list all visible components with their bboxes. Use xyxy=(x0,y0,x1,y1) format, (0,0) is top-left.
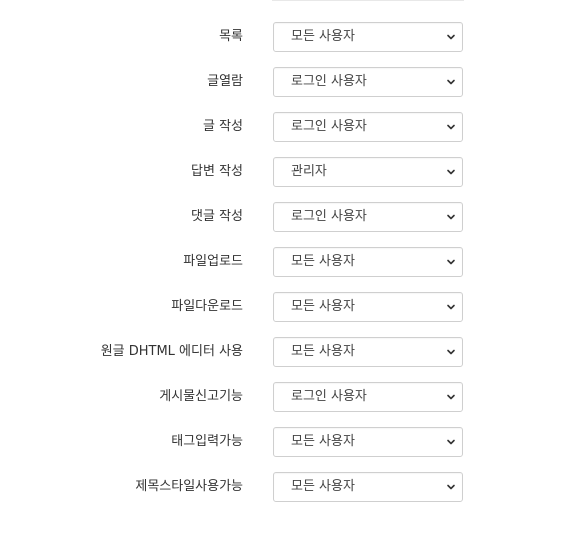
permission-row-tag-input: 태그입력가능 모든 사용자 xyxy=(0,427,587,472)
select-value: 로그인 사용자 xyxy=(291,74,367,89)
chevron-down-icon xyxy=(447,484,455,490)
select-value: 모든 사용자 xyxy=(291,29,355,44)
permission-select-upload[interactable]: 모든 사용자 xyxy=(273,247,463,277)
select-value: 로그인 사용자 xyxy=(291,119,367,134)
permission-select-reply[interactable]: 관리자 xyxy=(273,157,463,187)
select-value: 관리자 xyxy=(291,164,327,179)
permission-select-comment[interactable]: 로그인 사용자 xyxy=(273,202,463,232)
permission-select-tag-input[interactable]: 모든 사용자 xyxy=(273,427,463,457)
select-value: 로그인 사용자 xyxy=(291,389,367,404)
permission-row-comment: 댓글 작성 로그인 사용자 xyxy=(0,202,587,247)
permission-select-report[interactable]: 로그인 사용자 xyxy=(273,382,463,412)
select-value: 모든 사용자 xyxy=(291,479,355,494)
permission-label-comment: 댓글 작성 xyxy=(191,209,243,224)
permission-row-read: 글열람 로그인 사용자 xyxy=(0,67,587,112)
permission-label-download: 파일다운로드 xyxy=(171,299,243,314)
chevron-down-icon xyxy=(447,169,455,175)
chevron-down-icon xyxy=(447,394,455,400)
permission-select-write[interactable]: 로그인 사용자 xyxy=(273,112,463,142)
permission-label-report: 게시물신고기능 xyxy=(159,389,243,404)
select-value: 모든 사용자 xyxy=(291,254,355,269)
permission-row-dhtml-editor: 원글 DHTML 에디터 사용 모든 사용자 xyxy=(0,337,587,382)
permission-row-reply: 답변 작성 관리자 xyxy=(0,157,587,202)
chevron-down-icon xyxy=(447,259,455,265)
chevron-down-icon xyxy=(447,304,455,310)
board-permission-form: 목록 모든 사용자 글열람 로그인 사용자 글 작성 로그인 사용자 답변 작성… xyxy=(0,22,587,517)
permission-row-title-style: 제목스타일사용가능 모든 사용자 xyxy=(0,472,587,517)
permission-row-write: 글 작성 로그인 사용자 xyxy=(0,112,587,157)
chevron-down-icon xyxy=(447,214,455,220)
permission-label-read: 글열람 xyxy=(207,74,243,89)
top-divider xyxy=(272,0,464,1)
select-value: 모든 사용자 xyxy=(291,344,355,359)
select-value: 모든 사용자 xyxy=(291,299,355,314)
permission-row-report: 게시물신고기능 로그인 사용자 xyxy=(0,382,587,427)
permission-select-list[interactable]: 모든 사용자 xyxy=(273,22,463,52)
permission-label-upload: 파일업로드 xyxy=(183,254,243,269)
chevron-down-icon xyxy=(447,349,455,355)
chevron-down-icon xyxy=(447,124,455,130)
select-value: 로그인 사용자 xyxy=(291,209,367,224)
permission-row-upload: 파일업로드 모든 사용자 xyxy=(0,247,587,292)
permission-label-tag-input: 태그입력가능 xyxy=(171,434,243,449)
chevron-down-icon xyxy=(447,34,455,40)
chevron-down-icon xyxy=(447,439,455,445)
permission-label-dhtml-editor: 원글 DHTML 에디터 사용 xyxy=(100,344,243,359)
permission-select-title-style[interactable]: 모든 사용자 xyxy=(273,472,463,502)
chevron-down-icon xyxy=(447,79,455,85)
select-value: 모든 사용자 xyxy=(291,434,355,449)
permission-label-reply: 답변 작성 xyxy=(191,164,243,179)
permission-label-title-style: 제목스타일사용가능 xyxy=(135,479,243,494)
permission-row-download: 파일다운로드 모든 사용자 xyxy=(0,292,587,337)
permission-row-list: 목록 모든 사용자 xyxy=(0,22,587,67)
permission-select-download[interactable]: 모든 사용자 xyxy=(273,292,463,322)
permission-select-read[interactable]: 로그인 사용자 xyxy=(273,67,463,97)
permission-select-dhtml-editor[interactable]: 모든 사용자 xyxy=(273,337,463,367)
permission-label-list: 목록 xyxy=(219,29,243,44)
permission-label-write: 글 작성 xyxy=(202,119,243,134)
